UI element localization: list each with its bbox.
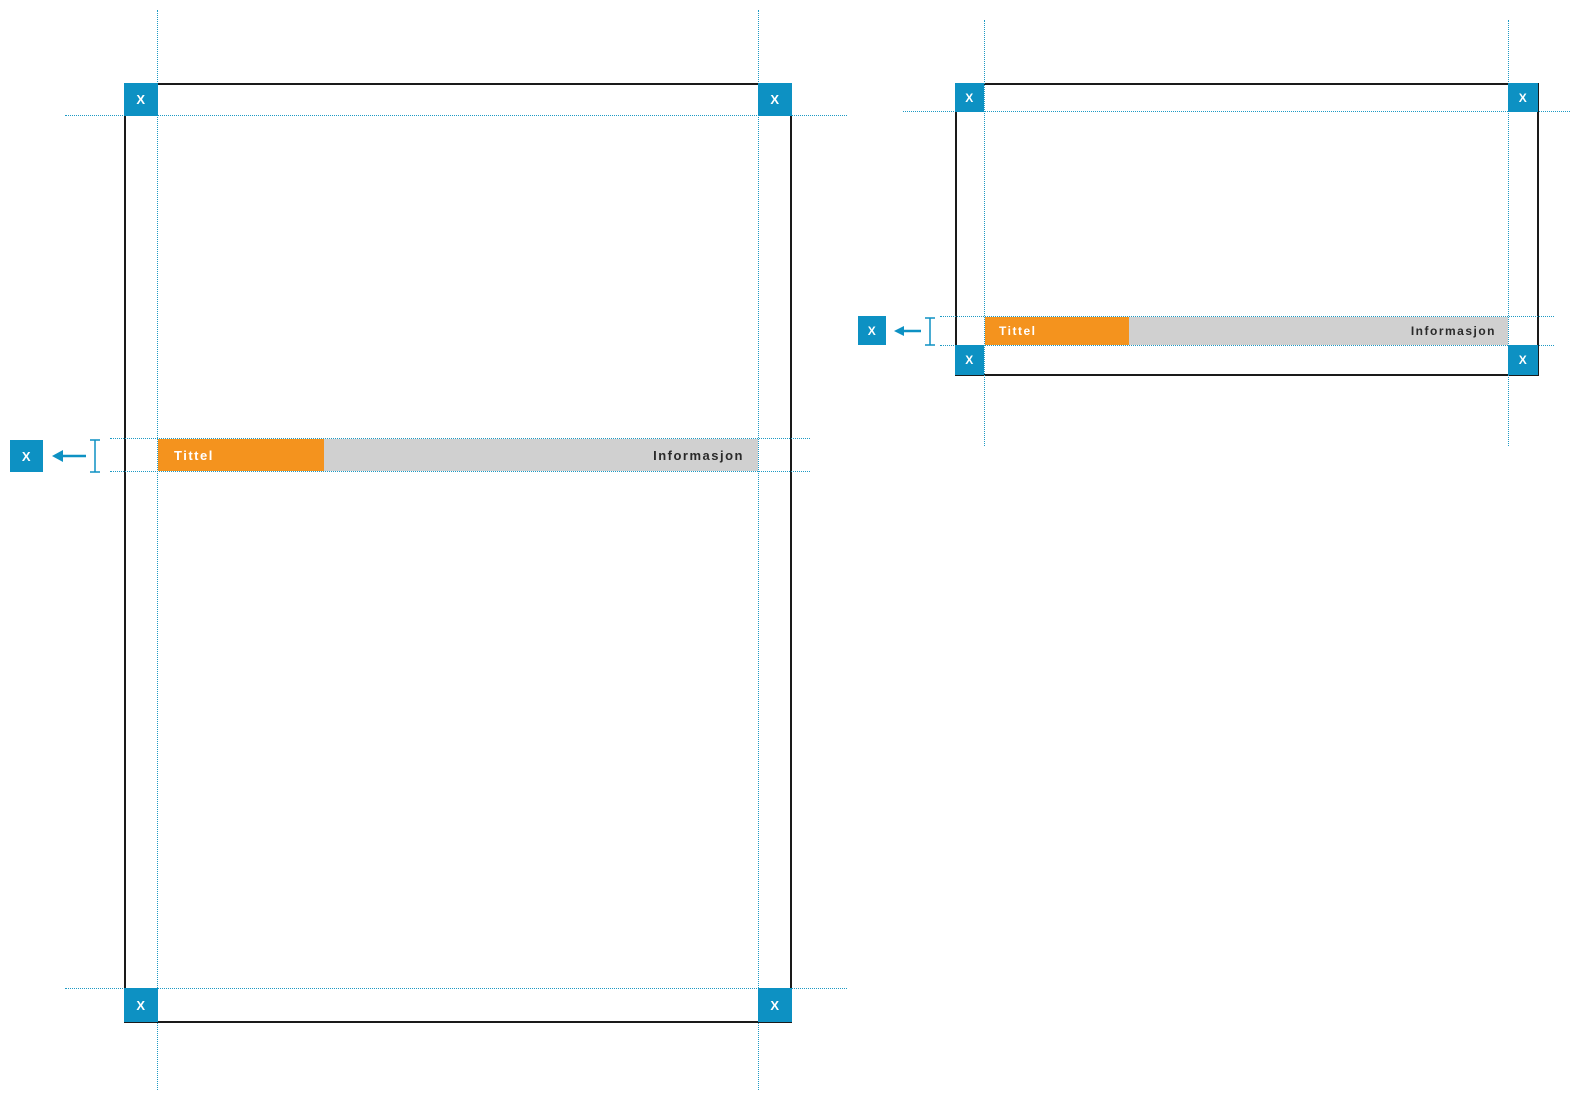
landscape-corner-marker-top-left: X	[955, 83, 984, 112]
portrait-top-margin-guide	[65, 115, 847, 116]
landscape-bar-bottom-guide	[940, 345, 1554, 346]
landscape-bar-height-marker: X	[858, 316, 886, 345]
portrait-info-bar: Informasjon	[324, 439, 758, 471]
landscape-corner-marker-top-right: X	[1508, 83, 1538, 112]
portrait-corner-marker-bottom-left: X	[124, 988, 158, 1022]
portrait-left-margin-guide	[157, 10, 158, 1090]
portrait-right-margin-guide	[758, 10, 759, 1090]
landscape-info-bar: Informasjon	[1129, 317, 1508, 345]
portrait-corner-marker-bottom-right: X	[758, 988, 792, 1022]
dimension-bracket-icon	[90, 439, 100, 473]
portrait-corner-marker-top-right: X	[758, 83, 792, 116]
portrait-page-frame	[124, 83, 792, 1023]
arrow-left-icon	[894, 326, 921, 336]
landscape-title-bar: Tittel	[985, 317, 1129, 345]
portrait-corner-marker-top-left: X	[124, 83, 158, 116]
landscape-corner-marker-bottom-left: X	[955, 345, 984, 375]
portrait-bottom-margin-guide	[65, 988, 847, 989]
arrow-left-icon	[52, 450, 86, 462]
landscape-corner-marker-bottom-right: X	[1508, 345, 1538, 375]
portrait-bar-height-marker: X	[10, 440, 43, 472]
dimension-bracket-icon	[925, 317, 935, 346]
landscape-left-margin-guide	[984, 20, 985, 446]
portrait-title-bar: Tittel	[158, 439, 324, 471]
landscape-top-margin-guide	[903, 111, 1570, 112]
portrait-bar-bottom-guide	[110, 471, 810, 472]
